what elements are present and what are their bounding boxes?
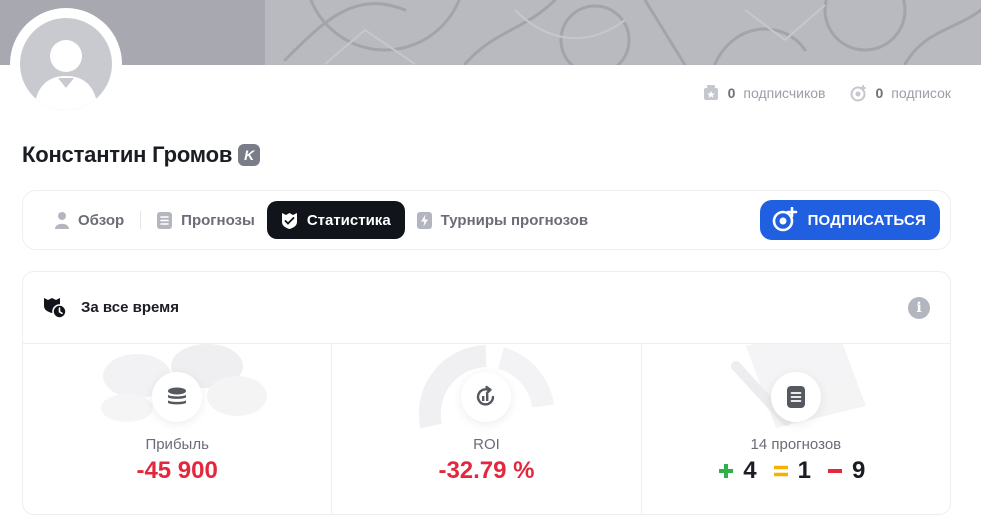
cover-pattern-art [283,0,981,65]
stat-roi: ROI -32.79 % [332,344,642,514]
roi-icon [477,385,495,406]
subscriptions-counter[interactable]: 0 подписок [850,84,951,102]
avatar[interactable] [20,18,112,110]
subscribers-counter[interactable]: 0 подписчиков [702,84,826,102]
list-icon [157,211,173,229]
roi-value: -32.79 % [438,457,535,484]
lightning-icon [416,211,432,229]
expert-badge: K [238,144,261,166]
info-icon[interactable]: i [908,296,930,319]
user-icon [55,212,69,229]
losses-item: 9 [827,457,865,485]
avatar-placeholder-icon [34,40,98,110]
tab-statistics[interactable]: Статистика [266,201,405,239]
subscriptions-label: подписок [891,85,951,101]
draws-count: 1 [797,457,811,484]
coins-icon [168,387,187,405]
tab-overview[interactable]: Обзор [43,201,136,239]
subscribers-icon [703,85,718,100]
subscriptions-icon [850,85,866,102]
tab-predictions[interactable]: Прогнозы [145,201,267,239]
tab-statistics-label: Статистика [306,211,391,229]
subscribe-plus-icon [772,207,797,232]
plus-icon [719,464,734,478]
profile-counters: 0 подписчиков 0 подписок [702,84,951,102]
cover-pattern [265,0,981,65]
profile-cover [0,0,981,65]
document-icon [786,386,805,408]
subscribers-label: подписчиков [743,85,826,101]
draws-item: 1 [773,457,811,485]
stat-profit: Прибыль -45 900 [23,344,333,514]
profit-icon-badge [152,372,203,422]
tab-tournaments-label: Турниры прогнозов [440,211,589,229]
wins-count: 4 [743,457,757,484]
tab-overview-label: Обзор [78,211,125,229]
profit-label: Прибыль [145,436,209,453]
tab-tournaments[interactable]: Турниры прогнозов [405,201,600,239]
stat-predictions: 14 прогнозов 4 1 9 [642,344,950,514]
profile-name-row: Константин Громов K [22,142,261,168]
subscribe-button[interactable]: ПОДПИСАТЬСЯ [759,200,940,240]
period-clock-icon [44,297,67,319]
subscriptions-count: 0 [875,85,884,101]
period-title: За все время [81,299,179,316]
tab-predictions-label: Прогнозы [181,211,255,229]
stats-header: За все время i [23,272,950,344]
predictions-icon-badge [770,372,821,422]
stats-panel: За все время i Прибыль -45 900 ROI -32.7… [22,271,951,515]
equals-icon [773,465,788,477]
predictions-label: 14 прогнозов [750,436,842,453]
profile-name: Константин Громов [22,142,233,167]
avatar-frame [10,8,122,120]
roi-label: ROI [473,436,500,453]
wins-item: 4 [718,457,757,485]
stats-cells: Прибыль -45 900 ROI -32.79 % 14 прогнозо… [23,344,950,514]
profile-tabs: Обзор Прогнозы Статистика Турниры прогно… [22,190,951,250]
subscribe-button-label: ПОДПИСАТЬСЯ [807,211,926,229]
profit-value: -45 900 [136,457,218,484]
losses-count: 9 [852,457,866,484]
stats-shield-icon [281,212,297,229]
predictions-record: 4 1 9 [718,457,873,485]
tab-divider [140,211,142,229]
minus-icon [828,469,842,473]
subscribers-count: 0 [727,85,736,101]
